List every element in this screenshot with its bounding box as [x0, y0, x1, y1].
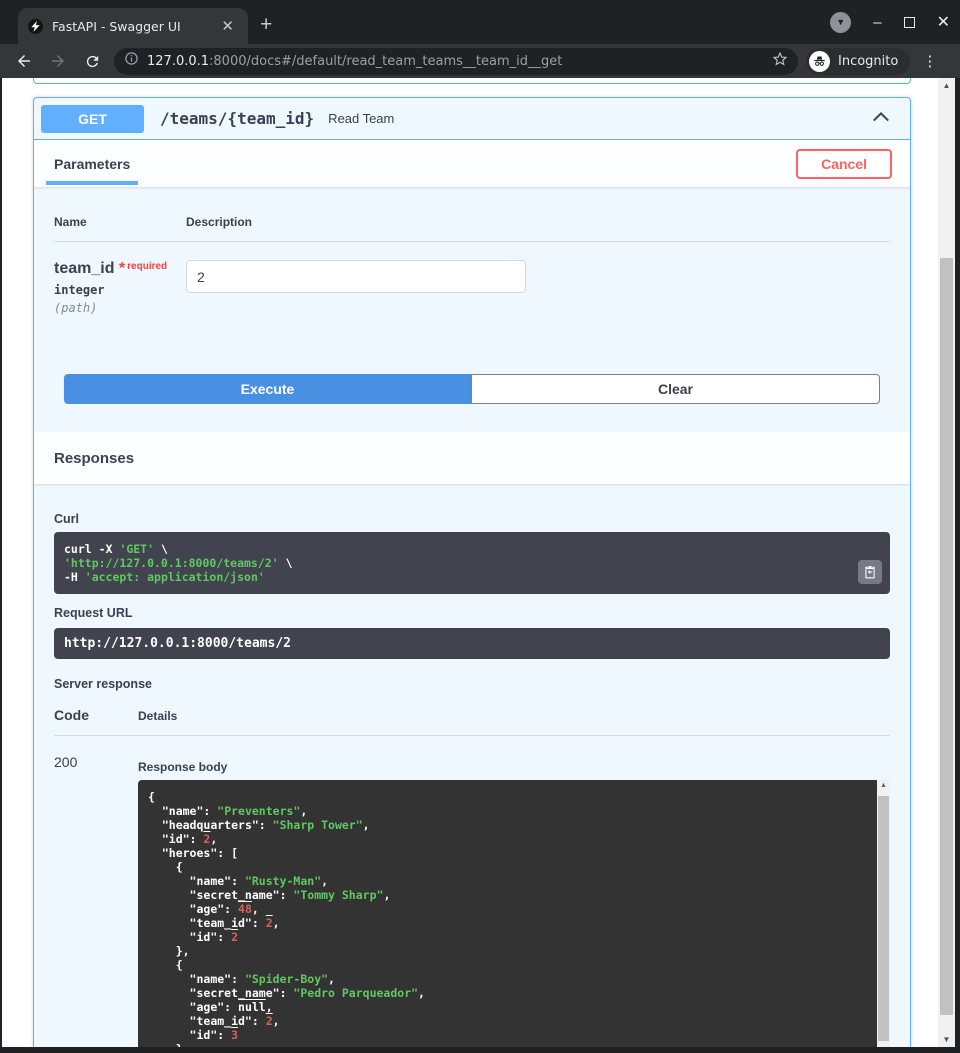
curl-block: curl -X 'GET' \ 'http://127.0.0.1:8000/t…: [54, 532, 890, 594]
tab-close-icon[interactable]: ✕: [217, 17, 238, 35]
execute-wrapper: Execute Clear: [34, 374, 910, 404]
page-scrollbar: ▲ ▼: [938, 78, 955, 1047]
browser-titlebar: FastAPI - Swagger UI ✕ + ▼ – ✕: [0, 0, 960, 44]
scroll-up-icon[interactable]: ▲: [877, 782, 890, 789]
params-name-header: Name: [54, 215, 186, 229]
fastapi-favicon-icon: [28, 19, 43, 34]
response-scrollbar: ▲: [877, 780, 890, 1047]
incognito-label: Incognito: [838, 54, 898, 69]
page-scroll-up-icon[interactable]: ▲: [938, 81, 955, 90]
url-path: :8000/docs#/default/read_team_teams__tea…: [209, 54, 562, 69]
swagger-page: GET /teams/{team_id} Read Team Parameter…: [2, 78, 938, 1047]
browser-toolbar: 127.0.0.1:8000/docs#/default/read_team_t…: [0, 44, 960, 78]
reload-button[interactable]: [82, 51, 102, 71]
window-menu-button[interactable]: ▼: [830, 12, 851, 33]
param-row: team_id *required integer (path): [54, 242, 890, 315]
response-row: 200 Response body { "name": "Preventers"…: [54, 752, 890, 1047]
responses-section-header: Responses: [34, 432, 910, 484]
required-asterisk: *: [114, 260, 125, 277]
clipboard-icon: [863, 565, 877, 579]
collapse-button[interactable]: [872, 110, 890, 128]
opblock-summary[interactable]: GET /teams/{team_id} Read Team: [34, 98, 910, 140]
details-column-header: Details: [138, 709, 177, 723]
parameters-section: Name Description team_id *required integ…: [34, 187, 910, 315]
curl-code: curl -X 'GET' \ 'http://127.0.0.1:8000/t…: [64, 542, 880, 584]
incognito-badge: Incognito: [806, 48, 910, 75]
server-response-label: Server response: [54, 677, 890, 691]
param-name: team_id *required: [54, 260, 186, 278]
response-body-label: Response body: [138, 752, 890, 774]
chevron-up-icon: [872, 111, 890, 123]
browser-window: FastAPI - Swagger UI ✕ + ▼ – ✕ 127.0.0.1…: [0, 0, 960, 1053]
status-code: 200: [54, 752, 138, 1047]
curl-label: Curl: [54, 512, 890, 526]
tab-title: FastAPI - Swagger UI: [52, 19, 217, 34]
request-url-value: http://127.0.0.1:8000/teams/2: [54, 628, 890, 659]
response-body-block: { "name": "Preventers", "headquarters": …: [138, 780, 890, 1047]
previous-opblock-edge: [33, 78, 911, 84]
response-body-json: { "name": "Preventers", "headquarters": …: [138, 780, 877, 1047]
endpoint-summary: Read Team: [328, 111, 872, 126]
method-badge: GET: [41, 105, 144, 133]
cancel-button[interactable]: Cancel: [796, 149, 892, 179]
copy-button[interactable]: [858, 560, 882, 584]
responses-title: Responses: [54, 450, 134, 467]
endpoint-path: /teams/{team_id}: [160, 109, 314, 128]
url-host: 127.0.0.1: [147, 54, 209, 69]
page-viewport: GET /teams/{team_id} Read Team Parameter…: [2, 78, 955, 1047]
request-url-label: Request URL: [54, 606, 890, 620]
maximize-button[interactable]: [904, 17, 915, 28]
parameters-tab-header: Parameters Cancel: [34, 140, 910, 187]
execute-button[interactable]: Execute: [64, 374, 471, 404]
page-scrollbar-thumb[interactable]: [940, 258, 953, 1015]
tab-parameters[interactable]: Parameters: [46, 140, 138, 187]
browser-menu-button[interactable]: ⋮: [922, 52, 937, 70]
chevron-down-icon: ▼: [836, 18, 845, 27]
response-scrollbar-thumb[interactable]: [878, 796, 889, 1041]
url-text: 127.0.0.1:8000/docs#/default/read_team_t…: [147, 54, 772, 69]
params-description-header: Description: [186, 215, 252, 229]
param-value-input[interactable]: [186, 260, 526, 293]
code-column-header: Code: [54, 707, 138, 723]
param-type: integer: [54, 283, 186, 297]
clear-button[interactable]: Clear: [471, 374, 880, 404]
responses-inner: Curl curl -X 'GET' \ 'http://127.0.0.1:8…: [34, 484, 910, 1047]
close-button[interactable]: ✕: [937, 16, 950, 30]
back-button[interactable]: [14, 51, 34, 71]
bookmark-star-icon[interactable]: [772, 51, 788, 72]
forward-button[interactable]: [48, 51, 68, 71]
new-tab-button[interactable]: +: [260, 14, 272, 35]
param-location: (path): [54, 301, 186, 315]
url-bar[interactable]: 127.0.0.1:8000/docs#/default/read_team_t…: [114, 48, 798, 75]
browser-tab[interactable]: FastAPI - Swagger UI ✕: [18, 8, 248, 44]
incognito-icon: [809, 51, 830, 72]
minimize-button[interactable]: –: [873, 19, 881, 27]
page-scroll-down-icon[interactable]: ▼: [938, 1035, 955, 1044]
page-info-icon[interactable]: [124, 51, 139, 71]
required-label: required: [127, 261, 167, 272]
opblock-get: GET /teams/{team_id} Read Team Parameter…: [33, 97, 911, 1047]
